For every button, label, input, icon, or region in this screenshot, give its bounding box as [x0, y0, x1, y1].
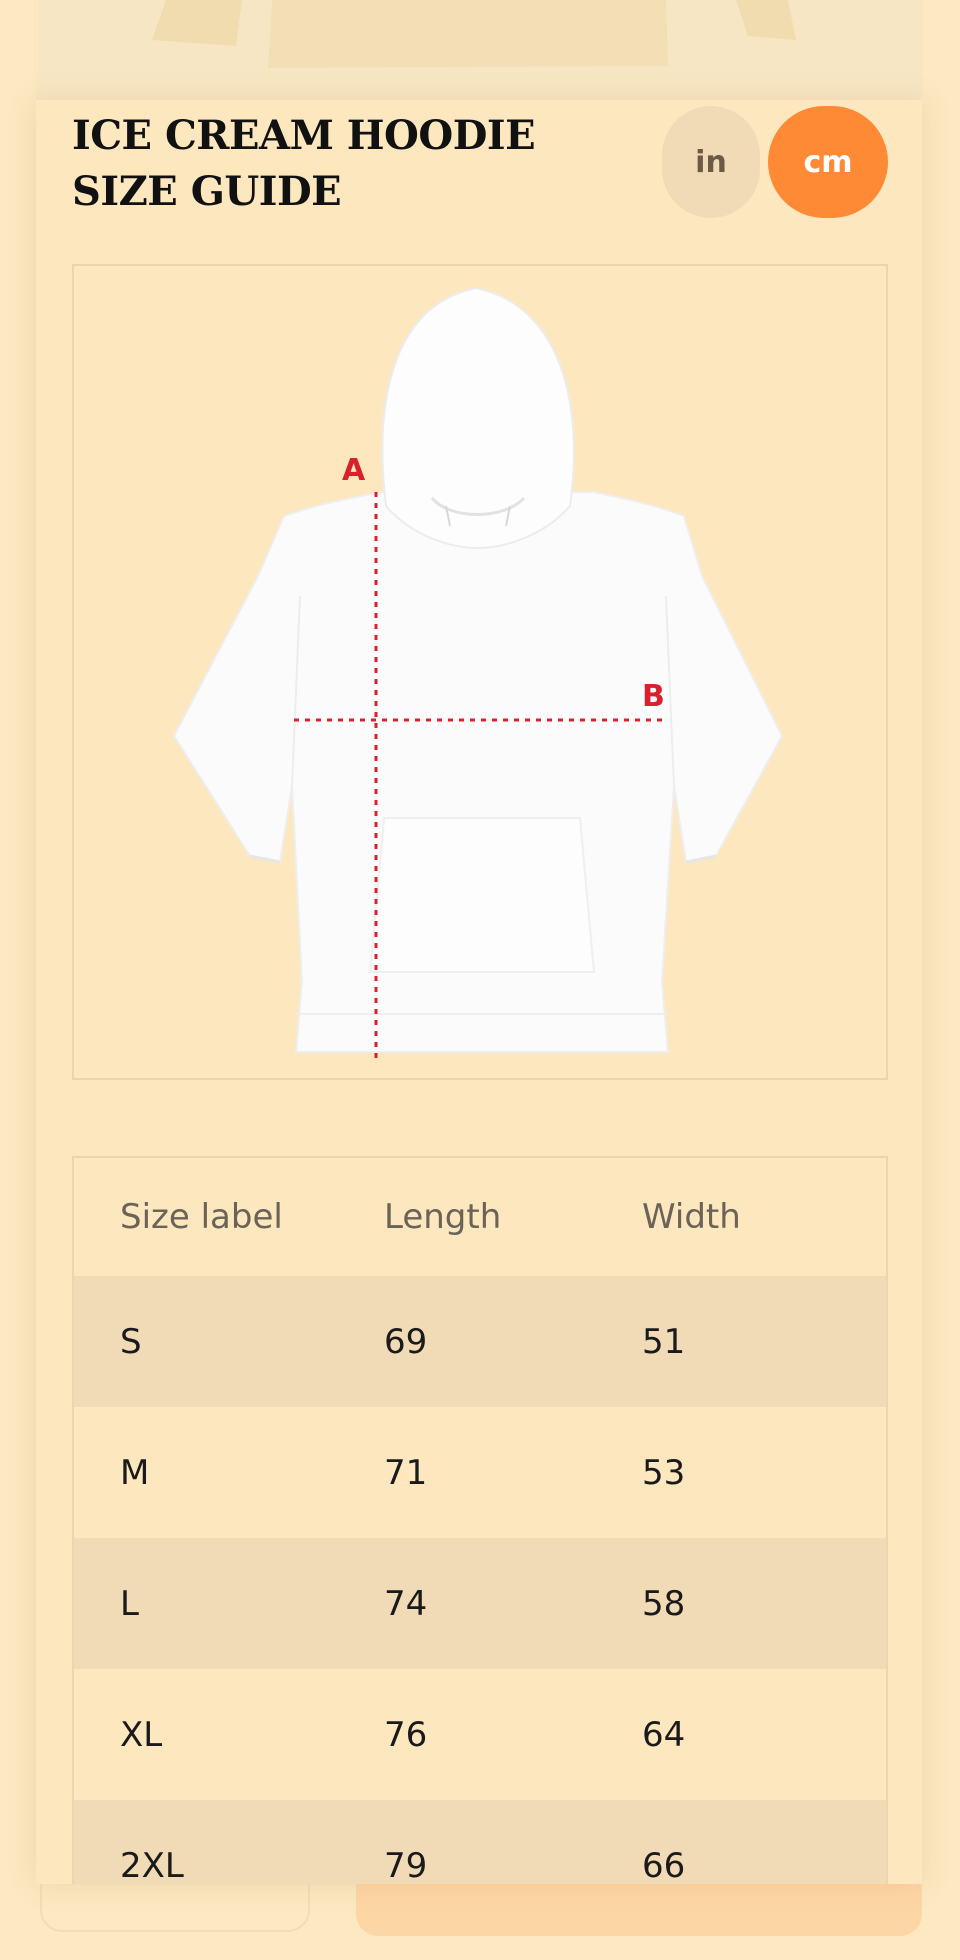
length-cell: 69: [384, 1321, 428, 1362]
unit-toggle-cm[interactable]: cm: [768, 106, 888, 218]
table-row: 2XL 79 66: [74, 1800, 886, 1884]
size-table: Size label Length Width S 69 51 M 71 53 …: [72, 1156, 888, 1884]
length-cell: 71: [384, 1452, 428, 1493]
size-cell: S: [120, 1321, 142, 1362]
size-cell: L: [120, 1583, 139, 1624]
measure-label-a: A: [342, 453, 366, 488]
size-guide-modal: ICE CREAM HOODIE SIZE GUIDE in cm A B Si…: [36, 100, 922, 1884]
width-cell: 66: [642, 1845, 686, 1885]
size-table-header: Size label Length Width: [74, 1158, 886, 1276]
width-cell: 51: [642, 1321, 686, 1362]
size-cell: M: [120, 1452, 150, 1493]
header-size-label: Size label: [120, 1197, 283, 1237]
hoodie-measurement-diagram: A B: [72, 264, 888, 1080]
measure-label-b: B: [642, 679, 665, 714]
table-row: S 69 51: [74, 1276, 886, 1407]
width-cell: 58: [642, 1583, 686, 1624]
header-width: Width: [642, 1197, 741, 1237]
size-guide-title: ICE CREAM HOODIE SIZE GUIDE: [72, 112, 536, 215]
hoodie-illustration: A B: [172, 286, 784, 1062]
width-cell: 53: [642, 1452, 686, 1493]
table-row: M 71 53: [74, 1407, 886, 1538]
header-length: Length: [384, 1197, 502, 1237]
table-row: XL 76 64: [74, 1669, 886, 1800]
length-cell: 79: [384, 1845, 428, 1885]
background-product-image: [36, 0, 922, 100]
length-cell: 74: [384, 1583, 428, 1624]
width-cell: 64: [642, 1714, 686, 1755]
table-row: L 74 58: [74, 1538, 886, 1669]
unit-toggle-in[interactable]: in: [662, 106, 760, 218]
size-cell: XL: [120, 1714, 163, 1755]
length-cell: 76: [384, 1714, 428, 1755]
size-cell: 2XL: [120, 1845, 184, 1885]
